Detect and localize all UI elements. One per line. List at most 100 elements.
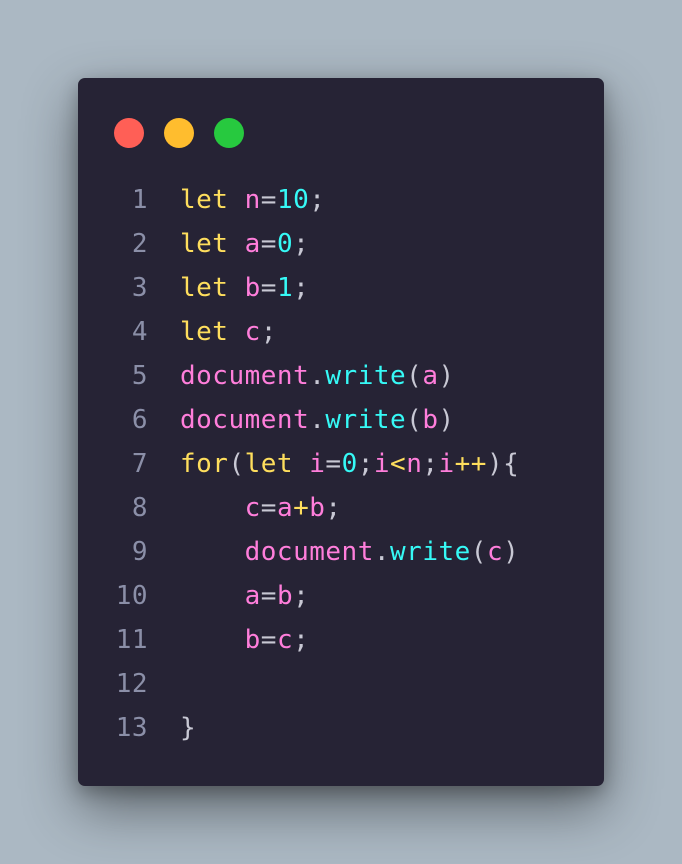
code-token: let <box>180 185 229 215</box>
code-token: i <box>373 449 391 479</box>
code-token: = <box>325 449 342 479</box>
line-number: 11 <box>115 625 148 655</box>
code-token: a <box>244 229 261 259</box>
code-line: 8 c=a+b; <box>78 486 604 530</box>
code-line: 6 document.write(b) <box>78 398 604 442</box>
code-token: . <box>309 405 326 435</box>
code-token: = <box>260 229 277 259</box>
code-token: . <box>373 537 391 567</box>
code-token: = <box>260 185 277 215</box>
line-number: 6 <box>131 405 148 435</box>
code-token: let <box>180 317 229 347</box>
line-number: 13 <box>115 713 148 743</box>
code-text: let b=1; <box>180 266 309 310</box>
code-block: 1 let n=10; 2 let a=0; 3 let b=1; 4 let c; 5 docu… <box>78 178 604 750</box>
code-token: ; <box>293 229 310 259</box>
code-token: ( <box>406 361 423 391</box>
code-token: 1 <box>276 273 294 303</box>
code-token: 0 <box>276 229 294 259</box>
code-token: = <box>260 625 277 655</box>
code-token: b <box>244 625 261 655</box>
code-text: a=b; <box>180 574 309 618</box>
code-token: b <box>422 405 439 435</box>
code-token: b <box>276 581 294 611</box>
code-line: 9 document.write(c) <box>78 530 604 574</box>
code-token: let <box>180 229 229 259</box>
code-token: i <box>438 449 455 479</box>
code-token: c <box>244 317 261 347</box>
minimize-dot-icon[interactable] <box>164 118 194 148</box>
code-token: = <box>260 581 277 611</box>
code-token: ) <box>503 537 520 567</box>
line-number: 10 <box>115 581 148 611</box>
code-token: write <box>325 405 407 435</box>
code-token: document <box>180 405 310 435</box>
line-number: 9 <box>131 537 148 567</box>
code-text: for(let i=0;i<n;i++){ <box>180 442 519 486</box>
line-number: 12 <box>115 669 148 699</box>
code-token: document <box>244 537 374 567</box>
line-number: 2 <box>131 229 148 259</box>
code-token: for <box>180 449 229 479</box>
code-token: c <box>244 493 261 523</box>
code-token: ++ <box>454 449 487 479</box>
code-text: document.write(b) <box>180 398 455 442</box>
code-token: ; <box>357 449 374 479</box>
maximize-dot-icon[interactable] <box>214 118 244 148</box>
code-line: 11 b=c; <box>78 618 604 662</box>
code-text: } <box>180 706 196 750</box>
code-line: 13} <box>78 706 604 750</box>
code-token: a <box>276 493 294 523</box>
code-token: ; <box>293 625 310 655</box>
code-token: c <box>486 537 504 567</box>
line-number: 3 <box>131 273 148 303</box>
code-token: write <box>390 537 471 567</box>
code-token: ; <box>293 273 310 303</box>
code-token: document <box>180 361 310 391</box>
code-text: c=a+b; <box>180 486 342 530</box>
code-token: 0 <box>341 449 358 479</box>
code-token: ; <box>260 317 277 347</box>
line-number: 7 <box>131 449 148 479</box>
code-token: let <box>244 449 294 479</box>
code-line: 7 for(let i=0;i<n;i++){ <box>78 442 604 486</box>
code-token: ( <box>406 405 423 435</box>
code-token: } <box>180 713 197 743</box>
code-text: let c; <box>180 310 277 354</box>
code-token: = <box>260 493 277 523</box>
code-text: document.write(a) <box>180 354 455 398</box>
close-dot-icon[interactable] <box>114 118 144 148</box>
code-window: 1 let n=10; 2 let a=0; 3 let b=1; 4 let c; 5 docu… <box>78 78 604 786</box>
code-line: 1 let n=10; <box>78 178 604 222</box>
code-token: = <box>260 273 277 303</box>
code-token: < <box>390 449 407 479</box>
code-line: 3 let b=1; <box>78 266 604 310</box>
code-token: let <box>180 273 229 303</box>
code-token: ) <box>438 361 455 391</box>
code-text: b=c; <box>180 618 309 662</box>
code-token: a <box>422 361 439 391</box>
code-token: i <box>309 449 326 479</box>
code-token: . <box>309 361 326 391</box>
code-text: document.write(c) <box>180 530 519 574</box>
code-token: write <box>325 361 407 391</box>
code-token: b <box>309 493 326 523</box>
code-line: 4 let c; <box>78 310 604 354</box>
code-line: 10 a=b; <box>78 574 604 618</box>
code-token: ; <box>309 185 326 215</box>
line-number: 8 <box>131 493 148 523</box>
code-token: c <box>276 625 294 655</box>
code-line: 12 <box>78 662 604 706</box>
code-text: let n=10; <box>180 178 325 222</box>
code-token: b <box>244 273 261 303</box>
line-number: 5 <box>131 361 148 391</box>
